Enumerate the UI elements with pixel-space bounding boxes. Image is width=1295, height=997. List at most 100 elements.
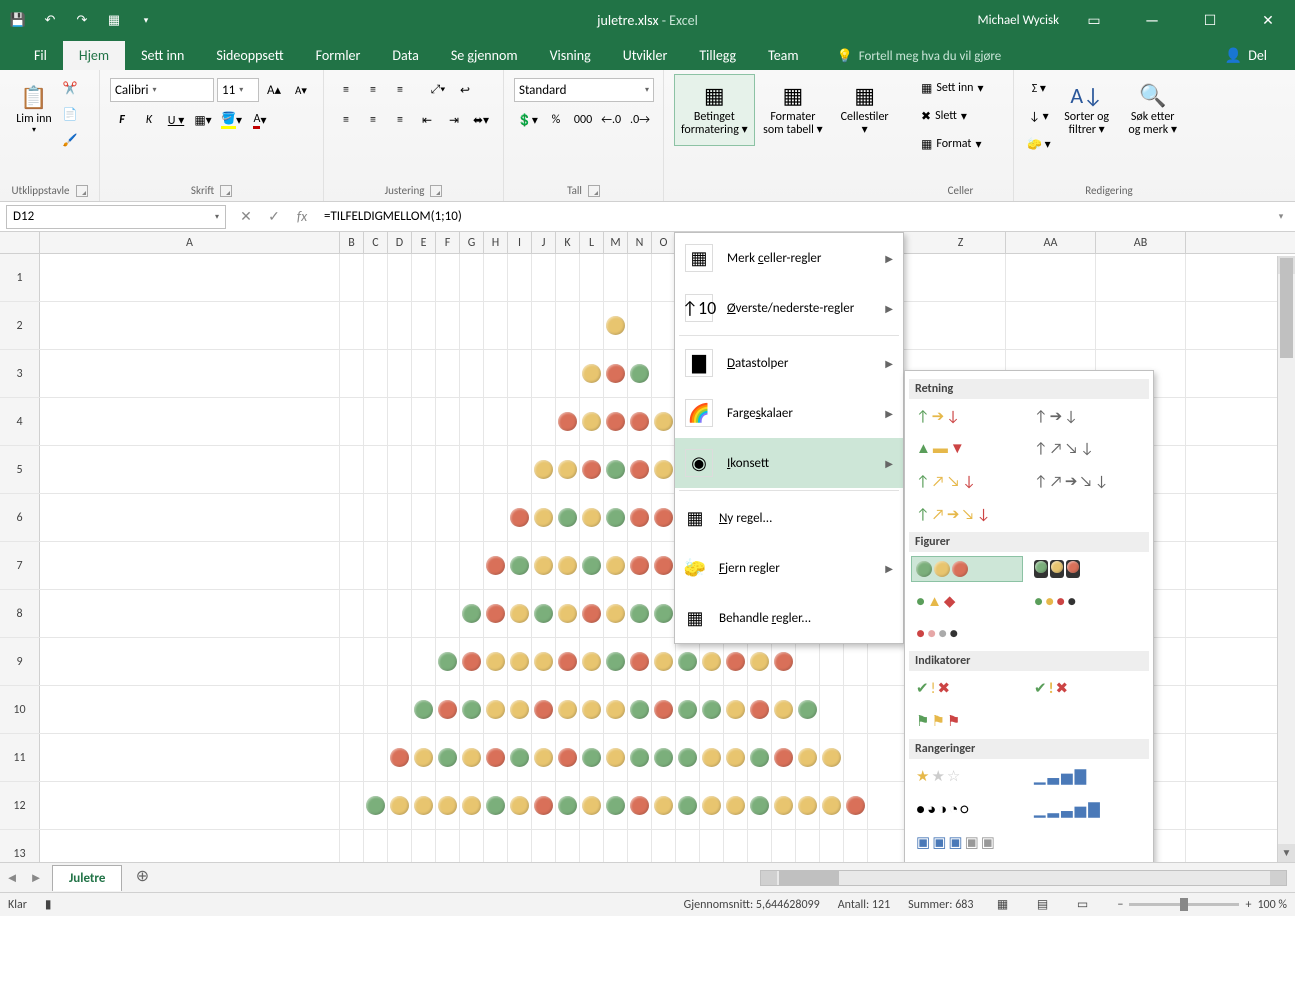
format-cells-button[interactable]: ▦ Format ▾ [918, 132, 1014, 156]
col-header[interactable]: F [436, 232, 460, 253]
merge-center-button[interactable]: ⬌▾ [469, 108, 493, 132]
iconset-3arrows-color[interactable]: ↑➔↓ [911, 403, 1023, 430]
align-middle-icon[interactable]: ≡ [361, 78, 385, 102]
undo-icon[interactable]: ↶ [36, 6, 64, 34]
row-header[interactable]: 4 [0, 398, 40, 445]
col-header[interactable]: O [652, 232, 676, 253]
format-painter-button[interactable]: 🖌️ [58, 128, 82, 152]
iconset-4arrows-color[interactable]: ↑↗↘↓ [911, 468, 1023, 495]
clipboard-launcher-icon[interactable] [76, 185, 88, 197]
align-left-icon[interactable]: ≡ [334, 108, 358, 132]
fill-button[interactable]: ↓ ▾ [1024, 104, 1054, 128]
iconset-5arrows-gray[interactable]: ↑↗➔↘↓ [1029, 468, 1141, 495]
formula-input[interactable]: =TILFELDIGMELLOM(1;10) [316, 209, 1247, 224]
align-bottom-icon[interactable]: ≡ [388, 78, 412, 102]
hscroll-thumb[interactable] [779, 871, 839, 885]
increase-decimal-icon[interactable]: ←.0 [598, 108, 624, 132]
tab-formler[interactable]: Formler [300, 41, 377, 70]
menu-color-scales[interactable]: 🌈 Fargeskalaer▶ [675, 388, 903, 438]
tab-data[interactable]: Data [376, 41, 434, 70]
format-as-table-button[interactable]: ▦ Formater som tabell ▾ [755, 74, 832, 146]
maximize-icon[interactable]: ☐ [1187, 0, 1233, 40]
col-header[interactable]: K [556, 232, 580, 253]
align-center-icon[interactable]: ≡ [361, 108, 385, 132]
col-header[interactable]: D [388, 232, 412, 253]
col-header[interactable]: G [460, 232, 484, 253]
row-header[interactable]: 12 [0, 782, 40, 829]
share-button[interactable]: 👤 Del [1215, 41, 1277, 70]
col-header[interactable]: L [580, 232, 604, 253]
iconset-4traffic[interactable]: ●●●● [1029, 588, 1141, 615]
wrap-text-button[interactable]: ↩ [453, 78, 477, 102]
increase-indent-icon[interactable]: ⇥ [442, 108, 466, 132]
row-header[interactable]: 6 [0, 494, 40, 541]
underline-button[interactable]: U ▾ [164, 108, 188, 132]
user-name[interactable]: Michael Wycisk [978, 13, 1059, 28]
iconset-3traffic-unrimmed[interactable] [911, 556, 1023, 582]
clear-button[interactable]: 🧽 ▾ [1024, 132, 1054, 156]
ribbon-display-icon[interactable]: ▭ [1071, 0, 1117, 40]
row-header[interactable]: 1 [0, 254, 40, 301]
tab-segjennom[interactable]: Se gjennom [435, 41, 534, 70]
macro-record-icon[interactable]: ▮ [45, 897, 52, 912]
orientation-icon[interactable]: ⤢▾ [426, 78, 450, 102]
borders-button[interactable]: ▦▾ [191, 108, 215, 132]
iconset-3symbols[interactable]: ✔!✖ [1029, 675, 1141, 702]
tab-tillegg[interactable]: Tillegg [683, 41, 752, 70]
qat-customize-icon[interactable]: ▾ [132, 6, 160, 34]
font-name-combo[interactable]: Calibri▾ [110, 78, 214, 102]
comma-format-icon[interactable]: 000 [571, 108, 595, 132]
col-header[interactable]: J [532, 232, 556, 253]
row-header[interactable]: 8 [0, 590, 40, 637]
autosum-button[interactable]: Σ ▾ [1024, 76, 1054, 100]
accounting-format-icon[interactable]: 💲▾ [514, 108, 541, 132]
decrease-decimal-icon[interactable]: .0→ [627, 108, 653, 132]
row-header[interactable]: 10 [0, 686, 40, 733]
close-icon[interactable]: ✕ [1245, 0, 1291, 40]
align-right-icon[interactable]: ≡ [388, 108, 412, 132]
row-header[interactable]: 13 [0, 830, 40, 862]
row-header[interactable]: 2 [0, 302, 40, 349]
expand-formula-bar-icon[interactable]: ▾ [1267, 205, 1295, 229]
font-launcher-icon[interactable] [220, 185, 232, 197]
redo-icon[interactable]: ↷ [68, 6, 96, 34]
paste-button[interactable]: 📋 Lim inn ▾ [10, 74, 58, 146]
enter-formula-icon[interactable]: ✓ [260, 205, 288, 229]
menu-top-bottom[interactable]: ↑10 Øverste/nederste-regler▶ [675, 283, 903, 333]
delete-cells-button[interactable]: ✖ Slett ▾ [918, 104, 1014, 128]
horizontal-scrollbar[interactable] [760, 870, 1287, 886]
iconset-5arrows-color[interactable]: ↑↗➔↘↓ [911, 501, 1023, 528]
iconset-4arrows-gray[interactable]: ↑↗↘↓ [1029, 436, 1141, 462]
vertical-scrollbar[interactable]: ▲ ▼ [1277, 256, 1295, 862]
tab-sideoppsett[interactable]: Sideoppsett [200, 41, 299, 70]
font-color-button[interactable]: A▾ [248, 108, 272, 132]
row-header[interactable]: 5 [0, 446, 40, 493]
insert-cells-button[interactable]: ▦ Sett inn ▾ [918, 76, 1014, 100]
tab-visning[interactable]: Visning [534, 41, 607, 70]
iconset-3stars[interactable]: ★★☆ [911, 763, 1023, 790]
row-header[interactable]: 11 [0, 734, 40, 781]
menu-new-rule[interactable]: ▦ Ny regel... [675, 493, 903, 543]
col-header[interactable]: H [484, 232, 508, 253]
zoom-in-icon[interactable]: + [1245, 898, 1251, 912]
name-box[interactable]: D12▾ [6, 205, 226, 229]
fill-color-button[interactable]: 🪣▾ [218, 108, 245, 132]
cut-button[interactable]: ✂️ [58, 76, 82, 100]
sort-filter-button[interactable]: A↓ Sorter og filtrer ▾ [1054, 74, 1120, 146]
alignment-launcher-icon[interactable] [430, 185, 442, 197]
scroll-down-icon[interactable]: ▼ [1278, 844, 1295, 862]
iconset-5quarters[interactable]: ●◕◑◔○ [911, 796, 1023, 823]
iconset-3signs[interactable]: ●▲◆ [911, 588, 1023, 615]
zoom-slider[interactable] [1129, 903, 1239, 906]
decrease-indent-icon[interactable]: ⇤ [415, 108, 439, 132]
iconset-3symbols-circled[interactable]: ✔!✖ [911, 675, 1023, 702]
col-header[interactable]: AB [1096, 232, 1186, 253]
col-header[interactable]: A [40, 232, 340, 253]
new-sheet-button[interactable]: ⊕ [130, 866, 154, 890]
scroll-left-icon[interactable] [761, 871, 777, 885]
find-select-button[interactable]: 🔍 Søk etter og merk ▾ [1120, 74, 1186, 146]
font-size-combo[interactable]: 11▾ [217, 78, 259, 102]
tab-fil[interactable]: Fil [18, 41, 63, 70]
menu-icon-sets[interactable]: ◉ Ikonsett▶ [675, 438, 903, 488]
row-header[interactable]: 9 [0, 638, 40, 685]
